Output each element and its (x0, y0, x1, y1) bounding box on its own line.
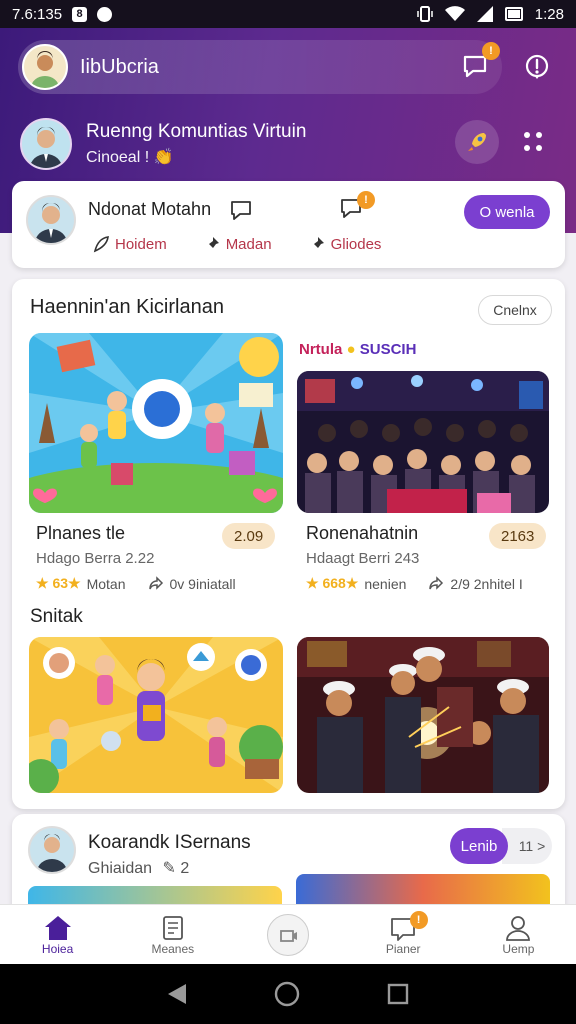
post-share-label: 2/9 2nhitel I (450, 575, 523, 592)
create-icon (267, 913, 309, 956)
app-notification-icon (97, 6, 113, 22)
vibrate-icon (417, 6, 433, 22)
signal-icon (476, 6, 493, 22)
post-image-gathering[interactable] (297, 637, 549, 793)
next-button[interactable]: 11 > (502, 828, 552, 864)
pencil-icon: ✎ (162, 860, 176, 877)
status-bar: 7.6:135 8 1:28 (0, 0, 576, 28)
community-avatar (20, 118, 72, 170)
profile-name: Ndonat Motahn (88, 199, 212, 219)
community-card-avatar (28, 826, 76, 874)
profile-avatar[interactable] (26, 195, 76, 245)
profile-card: Ndonat Motahn ! O wenla Hoidem Madan Gli… (12, 181, 565, 268)
post-image-cartoon[interactable] (29, 333, 283, 513)
post-stats: ★ 63★ Motan 0v 9iniatall (36, 575, 276, 592)
header-search-bar[interactable]: IibUbcria (18, 40, 502, 94)
battery-icon (504, 7, 523, 21)
home-icon (44, 915, 71, 940)
action-item[interactable]: Gliodes (308, 235, 381, 253)
community-card-title: Koarandk ISernans (88, 832, 251, 853)
notification-icon: 8 (72, 6, 88, 22)
post-image-family[interactable] (29, 637, 283, 793)
share-icon[interactable] (148, 575, 164, 592)
nav-create[interactable] (230, 905, 345, 964)
chat-badge: ! (482, 42, 500, 60)
recents-icon[interactable] (386, 982, 410, 1006)
rocket-button[interactable] (455, 120, 499, 164)
back-icon[interactable] (166, 982, 188, 1006)
profile-actions: Hoidem Madan Gliodes (92, 235, 381, 253)
join-button[interactable]: Lenib (450, 828, 508, 864)
post-count-badge: 2163 (489, 523, 547, 549)
follow-button[interactable]: O wenla (464, 195, 550, 229)
bookmark-badge: ! (409, 911, 428, 929)
post-subtitle: Hdaagt Berri 243 (306, 550, 420, 567)
nav-bookmarks[interactable]: ! Pianer (346, 905, 461, 964)
action-item[interactable]: Hoidem (92, 235, 167, 253)
rating-stars: ★ 668★ (306, 575, 359, 591)
post-tag: Nrtula ● SUSCIH (299, 341, 417, 358)
section-filter-button[interactable]: Cnelnx (478, 295, 552, 325)
bottom-navigation: Hoiea Meanes ! Pianer Uemp (0, 904, 576, 964)
community-card-subtitle: Ghiaidan ✎ 2 (88, 860, 190, 877)
post-share-label: 0v 9iniatall (169, 575, 236, 592)
pin-icon (205, 237, 219, 251)
clap-emoji-icon: 👏 (153, 149, 174, 166)
tag-separator-icon: ● (346, 341, 356, 358)
document-icon (162, 915, 183, 940)
alert-button[interactable] (520, 50, 554, 84)
chat-notifications-button[interactable]: ! (458, 42, 500, 84)
community-title: Ruenng Komuntias Virtuin (86, 121, 307, 142)
share-icon[interactable] (428, 575, 444, 592)
subsection-heading: Snitak (30, 606, 83, 627)
rating-stars: ★ 63★ (36, 575, 81, 591)
user-icon (506, 915, 531, 941)
message-badge: ! (357, 191, 375, 209)
nav-profile[interactable]: Uemp (461, 905, 576, 964)
header-title: IibUbcria (80, 55, 159, 78)
wifi-icon (444, 6, 465, 21)
action-item[interactable]: Madan (203, 235, 272, 253)
section-title: Haennin'an Kicirlanan (30, 296, 224, 318)
pin-icon (310, 237, 324, 251)
comment-icon[interactable] (229, 197, 255, 223)
feed-section: Haennin'an Kicirlanan Cnelnx Plnanes tle… (12, 279, 565, 809)
post-stat-label: nenien (364, 575, 407, 592)
nav-home[interactable]: Hoiea (0, 905, 115, 964)
community-subtitle: Cinoeal ! 👏 (86, 149, 174, 166)
nav-messages[interactable]: Meanes (115, 905, 230, 964)
user-avatar[interactable] (22, 44, 68, 90)
home-circle-icon[interactable] (274, 981, 300, 1007)
alert-icon (525, 54, 549, 79)
post-stats: ★ 668★ nenien 2/9 2nhitel I (306, 575, 546, 592)
post-stat-label: Motan (86, 575, 126, 592)
post-count-badge: 2.09 (222, 523, 276, 549)
status-time-left: 7.6:135 (12, 5, 63, 23)
post-image-photo[interactable] (297, 371, 549, 513)
system-navigation (0, 964, 576, 1024)
message-notification-button[interactable]: ! (339, 191, 375, 225)
status-time-right: 1:28 (534, 5, 564, 23)
rocket-icon (468, 133, 486, 151)
more-options-icon[interactable] (524, 132, 544, 152)
feather-icon (93, 236, 109, 253)
post-subtitle: Hdago Berra 2.22 (36, 550, 155, 567)
